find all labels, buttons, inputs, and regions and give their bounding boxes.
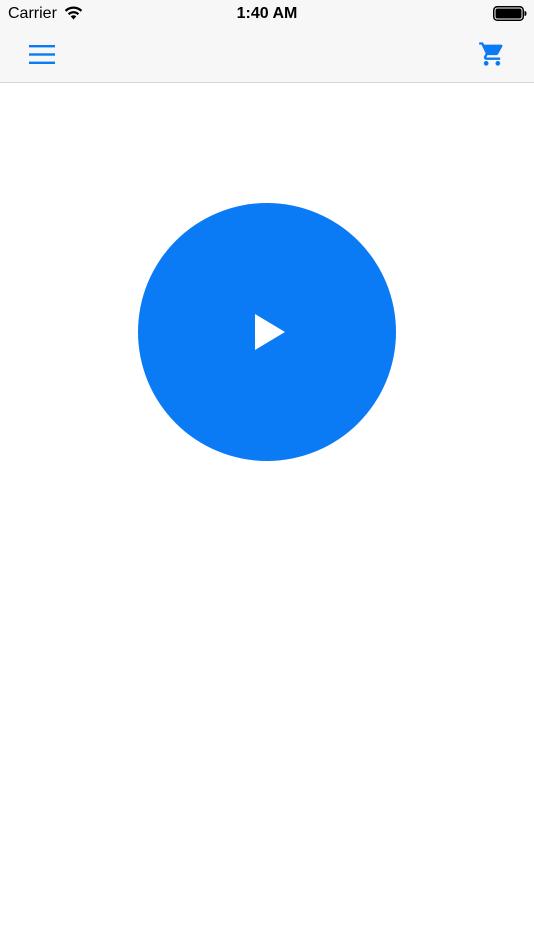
shopping-cart-icon: [479, 42, 503, 66]
cart-button[interactable]: [472, 36, 512, 72]
play-button[interactable]: [138, 203, 396, 461]
menu-button[interactable]: [20, 38, 64, 70]
hamburger-menu-icon: [29, 44, 55, 64]
main-content: [0, 83, 534, 950]
status-bar: Carrier 1:40 AM: [0, 0, 534, 28]
app-screen: Carrier 1:40 AM: [0, 0, 534, 950]
play-icon: [255, 314, 285, 350]
battery-icon: [493, 6, 527, 21]
clock: 1:40 AM: [236, 5, 298, 22]
navigation-bar: [0, 28, 534, 83]
